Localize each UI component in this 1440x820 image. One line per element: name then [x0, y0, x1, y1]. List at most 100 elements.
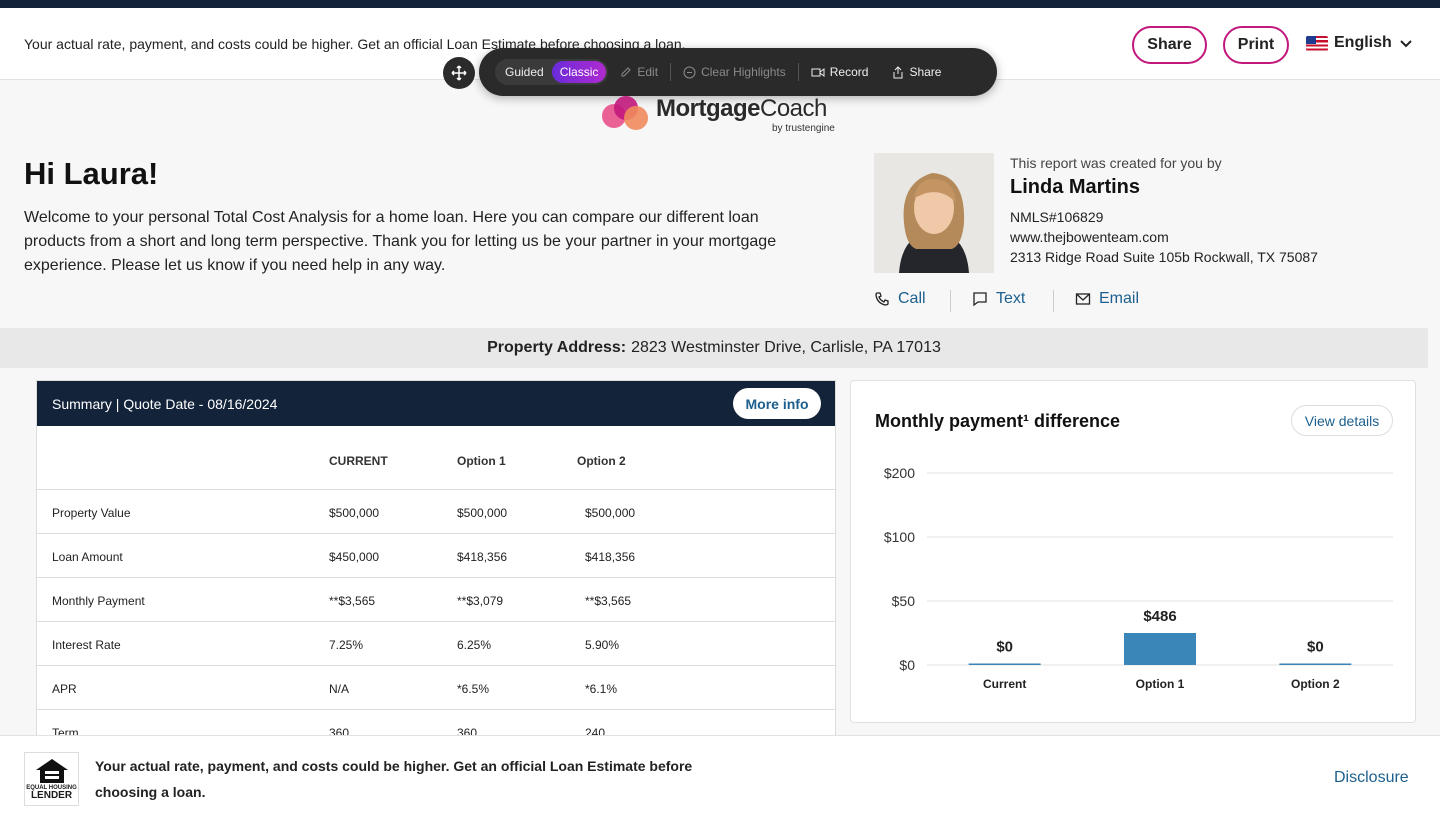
language-label: English [1334, 34, 1392, 51]
toolbar-share-button[interactable]: Share [880, 65, 953, 79]
row-label: Monthly Payment [52, 594, 145, 608]
cell-value: $500,000 [585, 506, 636, 520]
text-button[interactable]: Text [972, 290, 1025, 308]
edit-label: Edit [637, 65, 659, 79]
cell-value: **$3,565 [585, 594, 632, 608]
summary-header: Summary | Quote Date - 08/16/2024 More i… [37, 381, 835, 426]
chart-title: Monthly payment¹ difference [875, 411, 1121, 431]
bar-current [968, 663, 1041, 665]
share-button[interactable]: Share [1132, 26, 1207, 64]
clear-highlights-label: Clear Highlights [701, 65, 786, 79]
bar-data-label: $486 [1143, 608, 1176, 625]
row-label: Loan Amount [52, 550, 123, 564]
top-accent-stripe [0, 0, 1440, 8]
cell-value: *6.5% [457, 682, 490, 696]
bar-option-2 [1279, 663, 1352, 665]
more-info-button[interactable]: More info [733, 388, 821, 419]
payment-difference-card: $200 $100 $50 $0 $0 Current $486 Option 1 $0 Opti… [850, 380, 1416, 723]
table-header: CURRENT Option 1 Option 2 [37, 426, 835, 490]
floating-toolbar: Guided Classic Edit Clear Highlights Rec… [479, 48, 997, 96]
y-tick-label: $50 [892, 593, 916, 609]
us-flag-icon [1306, 35, 1328, 51]
house-icon [35, 759, 68, 783]
cell-value: 7.25% [329, 638, 364, 652]
table-row: Loan Amount $450,000 $418,356 $418,356 [37, 534, 835, 578]
logo-text: MortgageCoach [656, 95, 827, 122]
eh-bottom-text: LENDER [30, 790, 73, 801]
record-button[interactable]: Record [799, 65, 881, 79]
clear-highlights-button[interactable]: Clear Highlights [671, 65, 798, 79]
call-button[interactable]: Call [874, 290, 926, 308]
logo-subtitle: by trustengine [772, 123, 835, 134]
footer: EQUAL HOUSING LENDER Your actual rate, p… [0, 735, 1440, 820]
cell-value: $418,356 [457, 550, 508, 564]
phone-icon [875, 292, 889, 306]
greeting-heading: Hi Laura! [24, 156, 159, 191]
footer-disclaimer: Your actual rate, payment, and costs cou… [95, 758, 693, 800]
row-label: Property Value [52, 506, 131, 520]
text-label: Text [996, 290, 1026, 307]
cell-value: $500,000 [457, 506, 508, 520]
mode-classic[interactable]: Classic [551, 61, 607, 83]
property-address-value: 2823 Westminster Drive, Carlisle, PA 170… [631, 339, 941, 356]
language-selector[interactable]: English [1306, 34, 1414, 52]
bar-data-label: $0 [996, 639, 1013, 656]
table-row: Interest Rate 7.25% 6.25% 5.90% [37, 622, 835, 666]
welcome-text: Welcome to your personal Total Cost Anal… [24, 209, 777, 274]
cell-value: **$3,079 [457, 594, 504, 608]
cell-value: **$3,565 [329, 594, 376, 608]
share-icon [893, 65, 903, 78]
contact-divider [1053, 290, 1054, 312]
mode-toggle[interactable]: Guided Classic [495, 59, 609, 85]
logo-mark-icon [602, 96, 650, 134]
x-category-label: Option 2 [1291, 677, 1340, 691]
row-label: APR [52, 682, 77, 696]
cell-value: $450,000 [329, 550, 380, 564]
chevron-down-icon [1400, 40, 1412, 48]
column-header: Option 1 [457, 454, 506, 468]
cell-value: 5.90% [585, 638, 620, 652]
equal-housing-lender-logo: EQUAL HOUSING LENDER [24, 752, 79, 806]
table-row: APR N/A *6.5% *6.1% [37, 666, 835, 710]
pencil-icon [621, 67, 632, 77]
disclosure-link[interactable]: Disclosure [1334, 769, 1409, 787]
agent-nmls: NMLS#106829 [1010, 209, 1104, 225]
call-label: Call [898, 290, 926, 307]
y-tick-label: $100 [884, 529, 915, 545]
mode-guided[interactable]: Guided [497, 61, 552, 83]
bar-option-1 [1124, 633, 1196, 665]
mail-icon [1075, 293, 1091, 305]
table-row: Monthly Payment **$3,565 **$3,079 **$3,565 [37, 578, 835, 622]
y-tick-label: $200 [884, 465, 915, 481]
y-tick-label: $0 [899, 657, 915, 673]
property-address-bar: Property Address: 2823 Westminster Drive… [0, 328, 1428, 368]
summary-title: Summary | Quote Date - 08/16/2024 [52, 395, 278, 412]
edit-button[interactable]: Edit [608, 65, 670, 79]
agent-photo [874, 153, 994, 273]
property-address-label: Property Address: [487, 339, 627, 356]
cell-value: $500,000 [329, 506, 380, 520]
agent-address: 2313 Ridge Road Suite 105b Rockwall, TX … [1010, 249, 1318, 265]
contact-divider [950, 290, 951, 312]
email-label: Email [1099, 290, 1140, 307]
move-handle-icon[interactable] [443, 57, 475, 89]
agent-name: Linda Martins [1010, 176, 1141, 198]
view-details-button[interactable]: View details [1291, 405, 1393, 436]
cell-value: N/A [329, 682, 350, 696]
email-button[interactable]: Email [1075, 290, 1139, 308]
table-row: Property Value $500,000 $500,000 $500,000 [37, 490, 835, 534]
column-header: CURRENT [329, 454, 388, 468]
created-by-text: This report was created for you by [1010, 155, 1222, 171]
column-header: Option 2 [577, 454, 626, 468]
summary-card: Summary | Quote Date - 08/16/2024 More i… [36, 380, 836, 740]
toolbar-share-label: Share [909, 65, 942, 79]
cell-value: *6.1% [585, 682, 618, 696]
print-button[interactable]: Print [1223, 26, 1289, 64]
mortgagecoach-logo: MortgageCoach by trustengine [602, 95, 835, 134]
minus-circle-icon [683, 66, 696, 78]
video-camera-icon [811, 67, 825, 77]
record-label: Record [829, 65, 869, 79]
row-label: Interest Rate [52, 638, 121, 652]
x-category-label: Option 1 [1136, 677, 1185, 691]
cell-value: $418,356 [585, 550, 636, 564]
